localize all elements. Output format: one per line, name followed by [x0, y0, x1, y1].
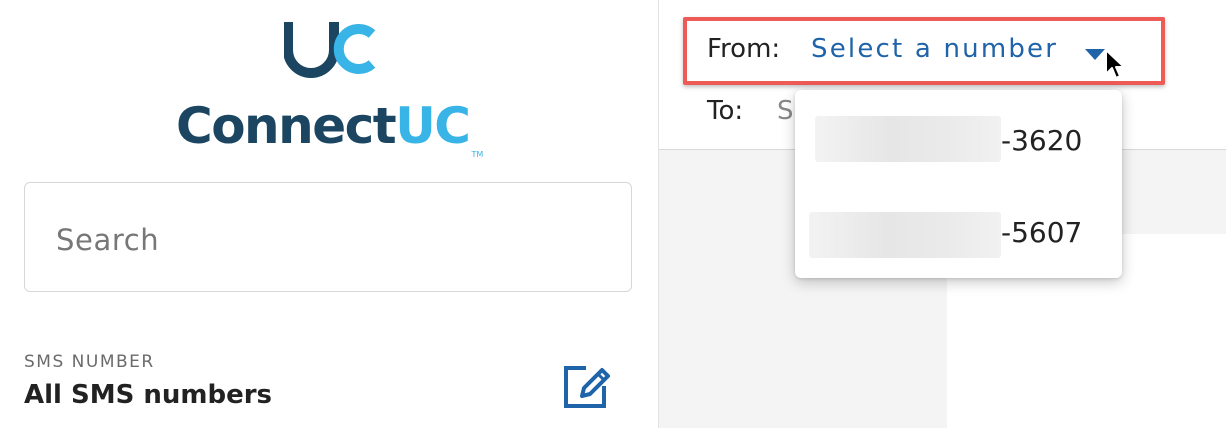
from-label: From: [707, 34, 781, 64]
mouse-cursor-icon [1104, 48, 1126, 84]
sidebar: ConnectUC TM Search SMS NUMBER All SMS nu… [0, 0, 659, 428]
sms-number-value: All SMS numbers [24, 380, 273, 410]
connectuc-logo-icon [283, 20, 378, 82]
from-number-select[interactable]: Select a number [811, 34, 1058, 64]
chevron-down-icon[interactable] [1085, 46, 1105, 65]
connectuc-logo-text: ConnectUC TM [176, 96, 483, 185]
logo-trademark: TM [471, 150, 484, 159]
from-number-dropdown: -3620 -5607 [795, 90, 1122, 278]
to-recipient-input[interactable]: S [777, 96, 797, 126]
dropdown-option-3620[interactable]: -3620 [795, 96, 1122, 176]
sms-number-caption: SMS NUMBER [24, 352, 155, 372]
to-label: To: [707, 96, 744, 126]
number-suffix: -3620 [1001, 124, 1083, 157]
edit-icon[interactable] [560, 360, 612, 416]
redacted-number [815, 116, 1001, 162]
logo-word-uc: UC [395, 97, 471, 155]
number-suffix: -5607 [1001, 216, 1083, 249]
dropdown-option-5607[interactable]: -5607 [795, 192, 1122, 272]
logo-word-connect: Connect [176, 97, 397, 155]
search-placeholder: Search [56, 223, 160, 257]
redacted-number [809, 212, 1001, 258]
search-input[interactable]: Search [24, 182, 632, 292]
